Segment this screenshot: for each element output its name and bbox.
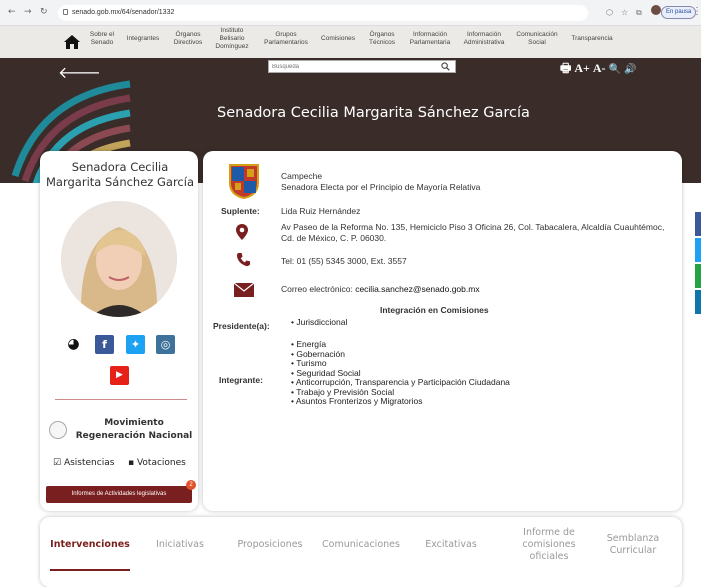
tab-iniciativas[interactable]: Iniciativas xyxy=(150,539,210,551)
menu-organos-directivos[interactable]: Órganos Directivos xyxy=(167,31,209,47)
informes-button[interactable]: Informes de Actividades legislativas xyxy=(46,486,192,503)
tab-informe-comisiones[interactable]: Informe de comisiones oficiales xyxy=(506,527,592,563)
tab-comunicaciones[interactable]: Comunicaciones xyxy=(318,539,404,551)
menu-transparencia[interactable]: Transparencia xyxy=(564,35,620,43)
menu-organos-tecnicos[interactable]: Órganos Técnicos xyxy=(362,31,402,47)
menu-sobre-el-senado[interactable]: Sobre el Senado xyxy=(85,31,119,47)
accessibility-tools: 🖶 A+ A- 🔍 🔊 xyxy=(560,59,639,80)
share-linkedin-tab[interactable] xyxy=(695,290,701,314)
menu-informacion-parlamentaria[interactable]: Información Parlamentaria xyxy=(404,31,456,47)
youtube-icon[interactable]: ▶ xyxy=(110,366,129,385)
menu-informacion-administrativa[interactable]: Información Administrativa xyxy=(458,31,510,47)
share-facebook-tab[interactable] xyxy=(695,212,701,236)
state-name: Campeche xyxy=(281,171,323,181)
home-icon[interactable] xyxy=(63,34,81,50)
list-item[interactable]: Asuntos Fronterizos y Migratorios xyxy=(291,396,510,407)
tab-semblanza[interactable]: Semblanza Curricular xyxy=(598,533,668,557)
facebook-icon[interactable]: f xyxy=(95,335,114,354)
suplente-label: Suplente: xyxy=(221,206,260,216)
extensions-puzzle-icon[interactable]: ⧉ xyxy=(636,8,642,18)
search-box[interactable] xyxy=(268,60,456,73)
zoom-icon[interactable]: 🔍 xyxy=(609,64,621,75)
instagram-icon[interactable]: ◎ xyxy=(156,335,175,354)
menu-comisiones[interactable]: Comisiones xyxy=(317,35,359,43)
audio-icon[interactable]: 🔊 xyxy=(624,64,636,75)
extension-icon[interactable]: ⬡ xyxy=(606,8,613,17)
informes-count-badge: 2 xyxy=(186,480,196,490)
senator-name: Senadora Cecilia Margarita Sánchez Garcí… xyxy=(46,160,194,189)
ballot-icon: ▪ xyxy=(128,458,137,468)
twitter-icon[interactable]: ✦ xyxy=(126,335,145,354)
menu-instituto-belisario[interactable]: Instituto Belisario Domínguez xyxy=(211,27,253,51)
checkbox-icon: ☑ xyxy=(53,458,64,468)
profile-avatar[interactable] xyxy=(651,5,661,15)
member-commissions-list: Energía Gobernación Turismo Seguridad So… xyxy=(291,339,510,407)
asistencias-link[interactable]: ☑ Asistencias xyxy=(53,458,114,468)
party-logo xyxy=(49,421,67,439)
back-icon[interactable]: ← xyxy=(8,7,16,17)
share-whatsapp-tab[interactable] xyxy=(695,264,701,288)
senator-photo xyxy=(61,201,177,317)
tab-excitativas[interactable]: Excitativas xyxy=(420,539,482,551)
info-card xyxy=(203,151,682,511)
party-name: Movimiento Regeneración Nacional xyxy=(75,418,193,441)
browser-toolbar: ← → ↻ senado.gob.mx/64/senador/1332 ⬡ ☆ … xyxy=(0,0,701,26)
phone-number: Tel: 01 (55) 5345 3000, Ext. 3557 xyxy=(281,256,407,266)
tab-intervenciones[interactable]: Intervenciones xyxy=(50,539,130,551)
reload-icon[interactable]: ↻ xyxy=(40,7,48,17)
office-address: Av Paseo de la Reforma No. 135, Hemicicl… xyxy=(281,222,665,243)
active-tab-indicator xyxy=(50,569,130,571)
share-twitter-tab[interactable] xyxy=(695,238,701,262)
increase-font-button[interactable]: A+ xyxy=(574,61,590,75)
president-commissions-list: Jurisdiccional xyxy=(291,317,347,328)
menu-integrantes[interactable]: Integrantes xyxy=(121,35,165,43)
search-icon[interactable] xyxy=(441,62,450,71)
campeche-coat-of-arms xyxy=(229,164,259,199)
page-title: Senadora Cecilia Margarita Sánchez Garcí… xyxy=(217,105,530,121)
menu-grupos-parlamentarios[interactable]: Grupos Parlamentarios xyxy=(257,31,315,47)
phone-icon xyxy=(236,252,251,267)
member-label: Integrante: xyxy=(219,375,263,385)
election-principle: Senadora Electa por el Principio de Mayo… xyxy=(281,182,481,192)
email-link[interactable]: cecilia.sanchez@senado.gob.mx xyxy=(355,284,479,294)
email-prefix: Correo electrónico: xyxy=(281,284,353,294)
president-label: Presidente(a): xyxy=(213,321,270,331)
print-icon[interactable]: 🖶 xyxy=(560,61,571,75)
location-pin-icon xyxy=(236,224,248,240)
menu-comunicacion-social[interactable]: Comunicación Social xyxy=(513,31,561,47)
website-globe-icon[interactable]: ◕ xyxy=(64,335,83,354)
votaciones-link[interactable]: ▪ Votaciones xyxy=(128,458,186,468)
address-bar[interactable]: senado.gob.mx/64/senador/1332 xyxy=(58,5,588,21)
commissions-title: Integración en Comisiones xyxy=(380,305,489,315)
search-input[interactable] xyxy=(272,61,432,72)
divider xyxy=(55,399,187,400)
decrease-font-button[interactable]: A- xyxy=(593,61,606,75)
email-row: Correo electrónico: cecilia.sanchez@sena… xyxy=(281,284,480,295)
list-item[interactable]: Jurisdiccional xyxy=(291,317,347,328)
back-arrow-icon[interactable]: 🡐 xyxy=(58,62,101,82)
email-icon xyxy=(234,283,254,297)
suplente-name: Lida Ruiz Hernández xyxy=(281,206,361,216)
tab-proposiciones[interactable]: Proposiciones xyxy=(232,539,308,551)
more-menu-icon[interactable]: ⋮ xyxy=(692,6,701,17)
lock-icon xyxy=(63,9,68,15)
bookmark-star-icon[interactable]: ☆ xyxy=(621,8,628,17)
forward-icon[interactable]: → xyxy=(24,7,32,17)
